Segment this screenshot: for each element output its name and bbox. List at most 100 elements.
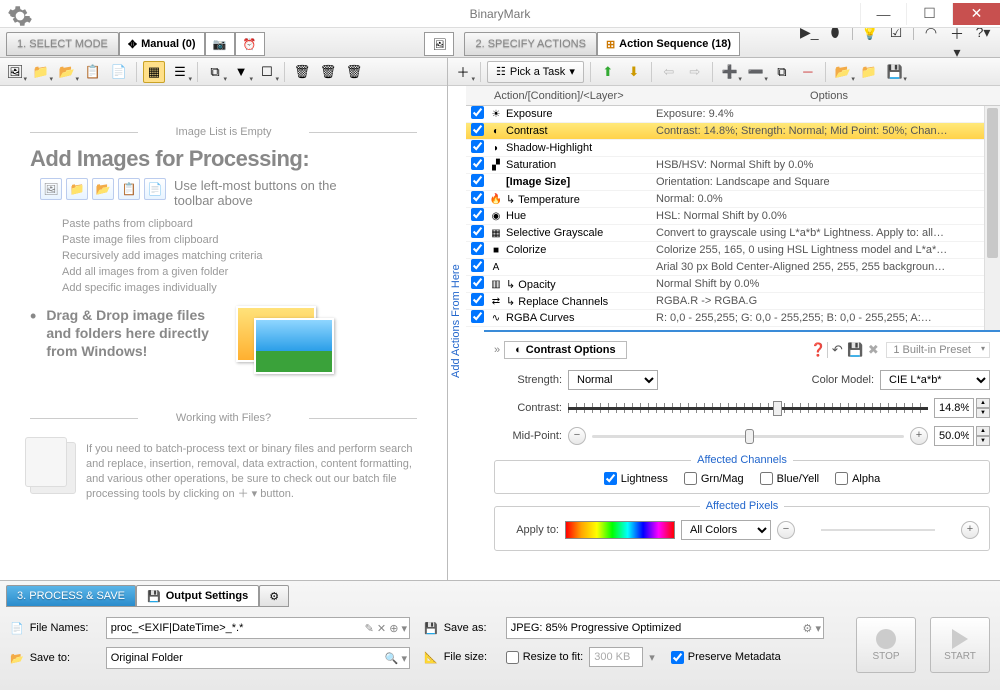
clear-button[interactable]: 🗑: [343, 61, 365, 83]
remove-button[interactable]: 🗑: [291, 61, 313, 83]
action-row[interactable]: ◐ContrastContrast: 14.8%; Strength: Norm…: [466, 123, 1000, 140]
preserve-checkbox[interactable]: Preserve Metadata: [671, 651, 781, 664]
add-action-button[interactable]: ＋: [452, 61, 474, 83]
saveto-label: Save to:: [30, 652, 100, 664]
action-scrollbar[interactable]: [984, 106, 1000, 330]
schedule-tab[interactable]: ⏰: [235, 32, 265, 56]
move-down-button[interactable]: ⬇: [623, 61, 645, 83]
checklist-icon[interactable]: ☑: [887, 24, 905, 61]
action-row[interactable]: ◉HueHSL: Normal Shift by 0.0%: [466, 208, 1000, 225]
add-dropdown-icon[interactable]: ＋▾: [948, 24, 966, 61]
filenames-input[interactable]: proc_<EXIF|DateTime>_*.* ✎ ✕ ⊕ ▾: [106, 617, 410, 639]
range-slider[interactable]: [801, 521, 955, 539]
left-panel: 🖼 📁 📂 📋 📄 ▦ ☰ ⧉ ▼ ☐ 🗑 🗑 🗑 Image List is …: [0, 58, 448, 580]
step1-tab[interactable]: 1. SELECT MODE: [6, 32, 119, 56]
chk-alpha[interactable]: Alpha: [835, 472, 880, 485]
add-folder-button[interactable]: 📁: [30, 61, 52, 83]
remove-selected-button[interactable]: 🗑: [317, 61, 339, 83]
redo-button[interactable]: ⇨: [684, 61, 706, 83]
contrast-options-tab[interactable]: ◐ Contrast Options: [504, 341, 627, 359]
chk-blueyell[interactable]: Blue/Yell: [760, 472, 819, 485]
range-minus[interactable]: −: [777, 521, 795, 539]
grid-view-button[interactable]: ▦: [143, 61, 165, 83]
action-row[interactable]: ▦Selective GrayscaleConvert to grayscale…: [466, 225, 1000, 242]
step3-tab[interactable]: 3. PROCESS & SAVE: [6, 585, 136, 607]
action-header: Action/[Condition]/<Layer> Options: [466, 86, 1000, 106]
range-plus[interactable]: +: [961, 521, 979, 539]
duplicate-action-button[interactable]: ⧉: [771, 61, 793, 83]
action-sequence-tab[interactable]: ⊞ Action Sequence (18): [597, 32, 740, 56]
save-options-icon[interactable]: 💾: [846, 342, 864, 358]
camera-tab[interactable]: 📷: [205, 32, 235, 56]
action-row[interactable]: ◗Shadow-Highlight: [466, 140, 1000, 157]
mouse-icon[interactable]: ⬮: [826, 24, 844, 61]
chk-grnmag[interactable]: Grn/Mag: [684, 472, 744, 485]
help-icon[interactable]: ?▾: [974, 24, 992, 61]
save-preset-button[interactable]: 📁: [858, 61, 880, 83]
help-options-icon[interactable]: ❓: [809, 342, 827, 358]
image-tab[interactable]: 🖼: [424, 32, 454, 56]
minimize-button[interactable]: —: [860, 3, 906, 25]
settings-tab[interactable]: ⚙: [259, 585, 289, 607]
insert-action-button[interactable]: ➕: [719, 61, 741, 83]
contrast-slider[interactable]: [568, 399, 928, 417]
wifi-icon[interactable]: ◠: [922, 24, 940, 61]
reset-options-icon[interactable]: ↶: [828, 342, 846, 358]
midpoint-value[interactable]: ▲▼: [934, 426, 990, 446]
move-up-button[interactable]: ⬆: [597, 61, 619, 83]
copy-button[interactable]: ⧉: [204, 61, 226, 83]
close-button[interactable]: ✕: [952, 3, 1000, 25]
midpoint-label: Mid-Point:: [494, 430, 562, 442]
resize-checkbox[interactable]: Resize to fit:: [506, 651, 584, 664]
paste-path-button[interactable]: 📄: [108, 61, 130, 83]
remove-action-button[interactable]: ➖: [745, 61, 767, 83]
contrast-value[interactable]: ▲▼: [934, 398, 990, 418]
collapse-icon[interactable]: »: [494, 344, 500, 356]
midpoint-plus[interactable]: +: [910, 427, 928, 445]
terminal-icon[interactable]: ▶_: [800, 24, 818, 61]
output-settings-tab[interactable]: 💾 Output Settings: [136, 585, 259, 607]
saveto-input[interactable]: Original Folder 🔍 ▾: [106, 647, 410, 669]
saveas-input[interactable]: JPEG: 85% Progressive Optimized ⚙ ▾: [506, 617, 824, 639]
action-row[interactable]: ▞SaturationHSB/HSV: Normal Shift by 0.0%: [466, 157, 1000, 174]
stop-button[interactable]: STOP: [856, 617, 916, 673]
chk-lightness[interactable]: Lightness: [604, 472, 668, 485]
clock-icon: ⏰: [243, 38, 257, 51]
filter-button[interactable]: ▼: [230, 61, 252, 83]
applyto-select[interactable]: All Colors: [681, 520, 771, 540]
maximize-button[interactable]: ☐: [906, 3, 952, 25]
open-preset-button[interactable]: 📂: [832, 61, 854, 83]
settings-gear-icon[interactable]: [0, 0, 40, 28]
paste-image-button[interactable]: 📋: [82, 61, 104, 83]
delete-action-button[interactable]: －: [797, 61, 819, 83]
add-recursive-button[interactable]: 📂: [56, 61, 78, 83]
start-button[interactable]: START: [930, 617, 990, 673]
add-file-button[interactable]: 🖼: [4, 61, 26, 83]
action-row[interactable]: ⇄↳ Replace ChannelsRGBA.R -> RGBA.G: [466, 293, 1000, 310]
action-row[interactable]: 🔥↳ TemperatureNormal: 0.0%: [466, 191, 1000, 208]
step2-tab[interactable]: 2. SPECIFY ACTIONS: [464, 32, 596, 56]
colormodel-select[interactable]: CIE L*a*b*: [880, 370, 990, 390]
bulb-icon[interactable]: 💡: [861, 24, 879, 61]
hint-icon-3: 📂: [92, 178, 114, 200]
midpoint-minus[interactable]: −: [568, 427, 586, 445]
action-row[interactable]: [Image Size]Orientation: Landscape and S…: [466, 174, 1000, 191]
action-list[interactable]: ☀ExposureExposure: 9.4%◐ContrastContrast…: [466, 106, 1000, 330]
undo-button[interactable]: ⇦: [658, 61, 680, 83]
midpoint-slider[interactable]: [592, 427, 904, 445]
add-actions-label[interactable]: Add Actions From Here: [450, 264, 462, 378]
manual-tab[interactable]: ✥ Manual (0): [119, 32, 205, 56]
action-row[interactable]: ■ColorizeColorize 255, 165, 0 using HSL …: [466, 242, 1000, 259]
action-row[interactable]: AArial 30 px Bold Center-Aligned 255, 25…: [466, 259, 1000, 276]
action-row[interactable]: ☀ExposureExposure: 9.4%: [466, 106, 1000, 123]
delete-options-icon[interactable]: ✖: [864, 342, 882, 358]
save-button[interactable]: 💾: [884, 61, 906, 83]
strength-select[interactable]: Normal: [568, 370, 658, 390]
action-row[interactable]: ∿RGBA CurvesR: 0,0 - 255,255; G: 0,0 - 2…: [466, 310, 1000, 327]
list-view-button[interactable]: ☰: [169, 61, 191, 83]
color-spectrum[interactable]: [565, 521, 675, 539]
select-button[interactable]: ☐: [256, 61, 278, 83]
preset-dropdown[interactable]: 1 Built-in Preset: [886, 342, 990, 358]
pick-task-button[interactable]: ☷ Pick a Task ▾: [487, 61, 584, 83]
action-row[interactable]: ▥↳ OpacityNormal Shift by 0.0%: [466, 276, 1000, 293]
